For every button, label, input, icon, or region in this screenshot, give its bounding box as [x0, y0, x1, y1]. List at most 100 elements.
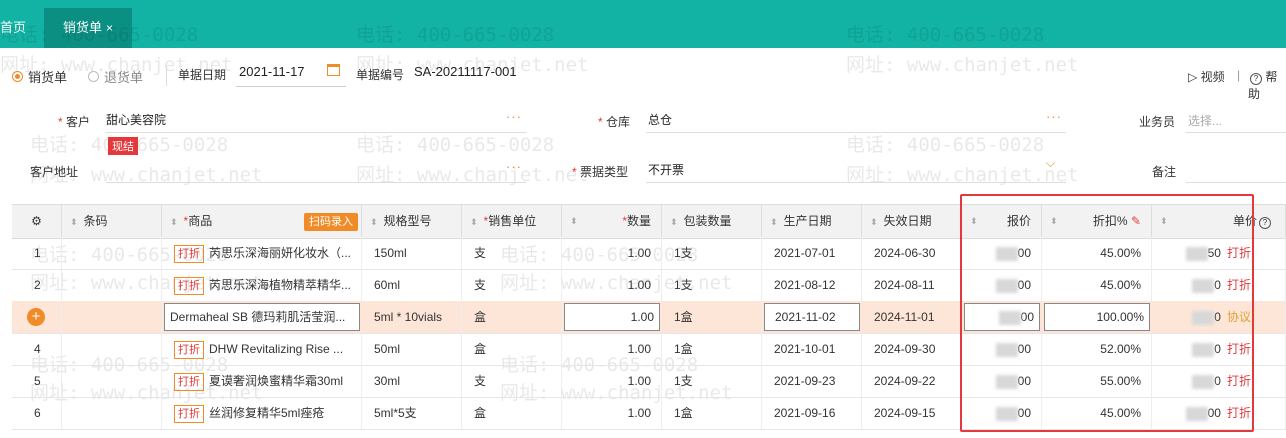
warehouse-more-icon[interactable]: ···	[1046, 109, 1062, 124]
sort-icon: ⬍	[870, 217, 878, 227]
doc-no-value: SA-20211117-001	[414, 64, 517, 79]
customer-label: * 客户	[58, 113, 90, 130]
exp-date-cell[interactable]: 2024-08-11	[862, 269, 962, 301]
invoice-underline	[646, 182, 1066, 183]
spec-cell[interactable]: 150ml	[362, 237, 462, 269]
barcode-cell[interactable]	[62, 301, 162, 333]
spec-cell[interactable]: 60ml	[362, 269, 462, 301]
col-qty[interactable]: ⬍ *数量	[562, 205, 662, 238]
mfg-date-cell[interactable]: 2021-10-01	[762, 333, 862, 365]
sort-icon: ⬍	[470, 217, 478, 227]
barcode-cell[interactable]	[62, 333, 162, 365]
mfg-date-cell[interactable]: 2021-08-12	[762, 269, 862, 301]
product-input[interactable]: Dermaheal SB 德玛莉肌活莹润...	[164, 303, 360, 331]
qty-cell[interactable]: 1.00	[562, 237, 662, 269]
date-label: 单据日期	[178, 68, 227, 82]
unit-cell[interactable]: 支	[462, 237, 562, 269]
sort-icon: ⬍	[770, 217, 778, 227]
barcode-cell[interactable]	[62, 269, 162, 301]
pack-cell[interactable]: 1盒	[662, 333, 762, 365]
exp-date-cell[interactable]: 2024-09-30	[862, 333, 962, 365]
pack-cell[interactable]: 1盒	[662, 397, 762, 429]
exp-date-cell[interactable]: 2024-09-15	[862, 397, 962, 429]
address-underline	[106, 182, 526, 183]
gear-icon[interactable]: ⚙	[31, 214, 42, 228]
barcode-cell[interactable]	[62, 237, 162, 269]
col-pack[interactable]: ⬍ 包装数量	[662, 205, 762, 238]
mfg-date-input[interactable]: 2021-11-02	[764, 303, 860, 331]
salesman-underline	[1186, 132, 1286, 133]
col-spec[interactable]: ⬍ 规格型号	[362, 205, 462, 238]
exp-date-cell[interactable]: 2024-11-01	[862, 301, 962, 333]
sort-icon: ⬍	[670, 217, 678, 227]
pack-cell[interactable]: 1盒	[662, 301, 762, 333]
sort-icon: ⬍	[370, 217, 378, 227]
qty-input[interactable]: 1.00	[564, 303, 660, 331]
help-icon: ?	[1259, 217, 1271, 229]
watermark: 电话: 400-665-0028	[0, 24, 199, 46]
spec-cell[interactable]: 5ml * 10vials	[362, 301, 462, 333]
doc-no-label: 单据编号	[356, 68, 405, 82]
scan-entry-button[interactable]: 扫码录入	[304, 213, 358, 231]
barcode-cell[interactable]	[62, 397, 162, 429]
qty-cell[interactable]: 1.00	[562, 269, 662, 301]
column-settings[interactable]: ⚙	[12, 205, 62, 238]
mfg-date-cell[interactable]: 2021-09-16	[762, 397, 862, 429]
help-link[interactable]: ? 帮助	[1248, 68, 1286, 102]
col-mfg[interactable]: ⬍ 生产日期	[762, 205, 862, 238]
calendar-icon[interactable]	[327, 64, 340, 76]
spec-cell[interactable]: 5ml*5支	[362, 397, 462, 429]
date-input[interactable]: 2021-11-17	[239, 64, 305, 79]
warehouse-label: * 仓库	[598, 113, 630, 130]
unit-cell[interactable]: 支	[462, 269, 562, 301]
invoice-select[interactable]: 不开票	[648, 161, 684, 178]
unit-cell[interactable]: 支	[462, 365, 562, 397]
radio-sales-order[interactable]: 销货单	[12, 67, 67, 86]
mfg-date-cell[interactable]: 2021-09-23	[762, 365, 862, 397]
customer-more-icon[interactable]: ···	[506, 109, 522, 124]
row-number-cell[interactable]: +	[12, 301, 62, 333]
unit-cell[interactable]: 盒	[462, 333, 562, 365]
spec-cell[interactable]: 50ml	[362, 333, 462, 365]
qty-cell[interactable]: 1.00	[562, 333, 662, 365]
watermark: 电话: 400-665-0028	[846, 134, 1045, 156]
qty-cell[interactable]: 1.00	[562, 365, 662, 397]
exp-date-cell[interactable]: 2024-06-30	[862, 237, 962, 269]
required-mark: *	[572, 165, 577, 179]
pack-cell[interactable]: 1支	[662, 365, 762, 397]
unit-cell[interactable]: 盒	[462, 397, 562, 429]
required-mark: *	[58, 115, 63, 129]
exp-date-cell[interactable]: 2024-09-22	[862, 365, 962, 397]
address-more-icon[interactable]: ···	[506, 159, 522, 174]
barcode-cell[interactable]	[62, 365, 162, 397]
row-number-cell: 4	[12, 333, 62, 365]
product-name: 芮思乐深海植物精萃精华...	[209, 278, 352, 292]
chevron-down-icon[interactable]: ⌵	[1046, 156, 1056, 171]
spec-cell[interactable]: 30ml	[362, 365, 462, 397]
col-barcode[interactable]: ⬍ 条码	[62, 205, 162, 238]
product-cell[interactable]: 打折 丝润修复精华5ml痤疮	[162, 397, 362, 429]
col-product[interactable]: ⬍ *商品 扫码录入	[162, 205, 362, 238]
pack-cell[interactable]: 1支	[662, 237, 762, 269]
video-link[interactable]: ▷ 视频	[1188, 68, 1225, 85]
customer-input[interactable]: 甜心美容院	[106, 111, 166, 128]
col-unit[interactable]: ⬍ *销售单位	[462, 205, 562, 238]
product-cell[interactable]: 打折 DHW Revitalizing Rise ...	[162, 333, 362, 365]
unit-cell[interactable]: 盒	[462, 301, 562, 333]
discount-tag: 打折	[174, 245, 204, 263]
col-exp[interactable]: ⬍ 失效日期	[862, 205, 962, 238]
warehouse-label-text: 仓库	[606, 115, 631, 129]
customer-underline	[106, 132, 526, 133]
product-cell[interactable]: 打折 芮思乐深海丽妍化妆水（...	[162, 237, 362, 269]
warehouse-input[interactable]: 总仓	[648, 111, 672, 128]
product-cell[interactable]: 打折 芮思乐深海植物精萃精华...	[162, 269, 362, 301]
salesman-input[interactable]: 选择...	[1188, 112, 1222, 129]
product-cell[interactable]: 打折 夏谟奢润焕蜜精华霜30ml	[162, 365, 362, 397]
qty-cell[interactable]: 1.00	[562, 397, 662, 429]
salesman-label: 业务员	[1139, 115, 1176, 129]
radio-return-order[interactable]: 退货单	[88, 67, 143, 86]
invoice-label: * 票据类型	[572, 163, 628, 180]
mfg-date-cell[interactable]: 2021-07-01	[762, 237, 862, 269]
add-row-icon[interactable]: +	[27, 308, 45, 326]
pack-cell[interactable]: 1支	[662, 269, 762, 301]
